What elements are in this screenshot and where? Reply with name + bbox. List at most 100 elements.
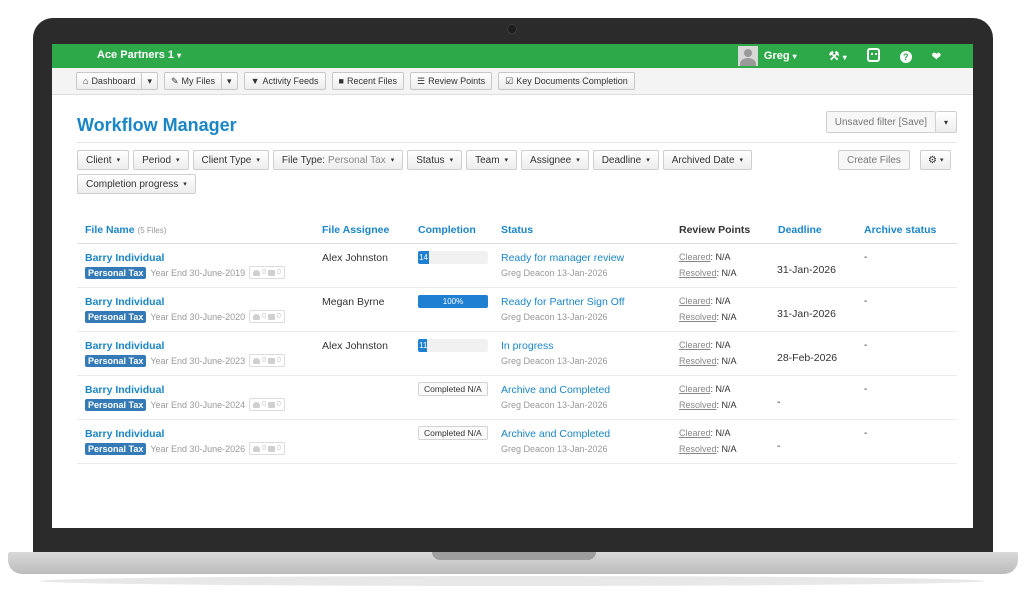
completed-badge: Completed N/A [418, 426, 488, 440]
completion-text: 14 [419, 253, 428, 262]
laptop-shadow [40, 576, 984, 586]
filter-file-type[interactable]: File Type: Personal Tax ▾ [272, 150, 404, 170]
filter-status[interactable]: Status ▾ [407, 150, 463, 170]
file-type-tag: Personal Tax [85, 442, 147, 455]
wrench-icon: ⚒ [828, 49, 840, 63]
deadline-date: - [777, 396, 781, 408]
status-updated-by: Greg Deacon 13-Jan-2026 [501, 444, 608, 454]
resolved-label[interactable]: Resolved [679, 444, 717, 454]
client-name-link[interactable]: Barry Individual [85, 252, 164, 264]
table-row[interactable]: Barry Individual Personal Tax Year End 3… [77, 332, 957, 376]
review-points-cleared: Cleared: N/A [679, 340, 731, 350]
filter-period[interactable]: Period ▾ [133, 150, 189, 170]
filter-team[interactable]: Team ▾ [466, 150, 518, 170]
filter-completion-progress[interactable]: Completion progress ▾ [77, 174, 196, 194]
table-row[interactable]: Barry Individual Personal Tax Year End 3… [77, 376, 957, 420]
header-deadline[interactable]: Deadline [778, 224, 822, 236]
chevron-down-icon: ▾ [183, 181, 187, 188]
org-switcher[interactable]: Ace Partners 1 ▾ [97, 49, 181, 61]
table-body: Barry Individual Personal Tax Year End 3… [77, 244, 957, 464]
chevron-down-icon: ▾ [390, 157, 395, 164]
gear-icon: ⚙ [928, 154, 937, 166]
filter-client-type[interactable]: Client Type ▾ [192, 150, 269, 170]
users-count: 0 [262, 401, 267, 408]
file-counters[interactable]: 0 0 [249, 398, 285, 411]
assistant-button[interactable] [866, 47, 880, 65]
client-name-link[interactable]: Barry Individual [85, 428, 164, 440]
resolved-label[interactable]: Resolved [679, 400, 717, 410]
users-count: 0 [262, 357, 267, 364]
file-counters[interactable]: 0 0 [249, 266, 285, 279]
status-link[interactable]: Archive and Completed [501, 384, 610, 396]
resolved-label[interactable]: Resolved [679, 356, 717, 366]
comments-count: 0 [277, 357, 281, 364]
create-files-button[interactable]: Create Files [838, 150, 910, 170]
header-archive-status[interactable]: Archive status [864, 224, 936, 236]
status-link[interactable]: Archive and Completed [501, 428, 610, 440]
help-icon: ? [899, 51, 912, 63]
cleared-label[interactable]: Cleared [679, 384, 711, 394]
header-file-assignee[interactable]: File Assignee [322, 224, 389, 236]
table-row[interactable]: Barry Individual Personal Tax Year End 3… [77, 244, 957, 288]
cleared-label[interactable]: Cleared [679, 340, 711, 350]
cleared-label[interactable]: Cleared [679, 428, 711, 438]
period-label: Year End 30-June-2023 [150, 355, 246, 366]
table-row[interactable]: Barry Individual Personal Tax Year End 3… [77, 420, 957, 464]
activity-feeds-button[interactable]: ▼ Activity Feeds [243, 72, 326, 90]
settings-dropdown[interactable]: ⚙ ▾ [920, 150, 952, 170]
saved-filter-dropdown[interactable]: ▾ [935, 111, 957, 133]
client-name-link[interactable]: Barry Individual [85, 296, 164, 308]
review-points-cleared: Cleared: N/A [679, 296, 731, 306]
period-label: Year End 30-June-2026 [150, 443, 246, 454]
client-name-link[interactable]: Barry Individual [85, 384, 164, 396]
header-file-name[interactable]: File Name (5 Files) [85, 224, 166, 236]
recent-files-button[interactable]: ■ Recent Files [331, 72, 404, 90]
file-counters[interactable]: 0 0 [249, 354, 285, 367]
file-assignee: Megan Byrne [322, 296, 385, 308]
header-completion[interactable]: Completion [418, 224, 476, 236]
unsaved-filter-button[interactable]: Unsaved filter [Save] [825, 111, 936, 133]
avatar[interactable] [737, 46, 758, 66]
period-label: Year End 30-June-2020 [150, 311, 246, 322]
filter-client[interactable]: Client ▾ [77, 150, 130, 170]
header-status[interactable]: Status [501, 224, 533, 236]
user-icon [253, 269, 261, 276]
filter-archived-date[interactable]: Archived Date ▾ [662, 150, 753, 170]
status-link[interactable]: Ready for Partner Sign Off [501, 296, 625, 308]
review-points-button[interactable]: ☰ Review Points [410, 72, 493, 90]
deadline-date: 31-Jan-2026 [777, 264, 836, 276]
comments-count: 0 [277, 313, 281, 320]
webcam [507, 24, 517, 34]
comments-count: 0 [277, 401, 281, 408]
comment-icon [268, 313, 276, 320]
key-documents-button[interactable]: ☑ Key Documents Completion [498, 72, 635, 90]
health-button[interactable]: ❤ [932, 49, 941, 63]
resolved-label[interactable]: Resolved [679, 312, 717, 322]
my-files-dropdown[interactable]: ▾ [222, 72, 238, 90]
file-counters[interactable]: 0 0 [249, 310, 285, 323]
dashboard-dropdown[interactable]: ▾ [142, 72, 158, 90]
table-row[interactable]: Barry Individual Personal Tax Year End 3… [77, 288, 957, 332]
file-info: Personal Tax Year End 30-June-2024 0 0 [85, 398, 285, 411]
filter-icon: ▼ [250, 76, 260, 86]
user-menu[interactable]: Greg ▾ [764, 50, 797, 62]
filter-deadline[interactable]: Deadline ▾ [592, 150, 659, 170]
my-files-button[interactable]: ✎ My Files [164, 72, 223, 90]
help-button[interactable]: ? [899, 49, 912, 63]
status-link[interactable]: In progress [501, 340, 554, 352]
comment-icon [268, 357, 276, 364]
cleared-label[interactable]: Cleared [679, 296, 711, 306]
users-count: 0 [262, 313, 267, 320]
chevron-down-icon: ▾ [176, 157, 180, 164]
resolved-label[interactable]: Resolved [679, 268, 717, 278]
chevron-down-icon: ▾ [147, 75, 152, 86]
filter-assignee[interactable]: Assignee ▾ [521, 150, 589, 170]
file-counters[interactable]: 0 0 [249, 442, 285, 455]
cleared-label[interactable]: Cleared [679, 252, 711, 262]
status-link[interactable]: Ready for manager review [501, 252, 624, 264]
dashboard-button[interactable]: ⌂ Dashboard [76, 72, 143, 90]
chevron-down-icon: ▾ [116, 157, 121, 164]
tools-menu[interactable]: ⚒ ▾ [829, 49, 847, 63]
page-title: Workflow Manager [77, 115, 237, 135]
client-name-link[interactable]: Barry Individual [85, 340, 164, 352]
